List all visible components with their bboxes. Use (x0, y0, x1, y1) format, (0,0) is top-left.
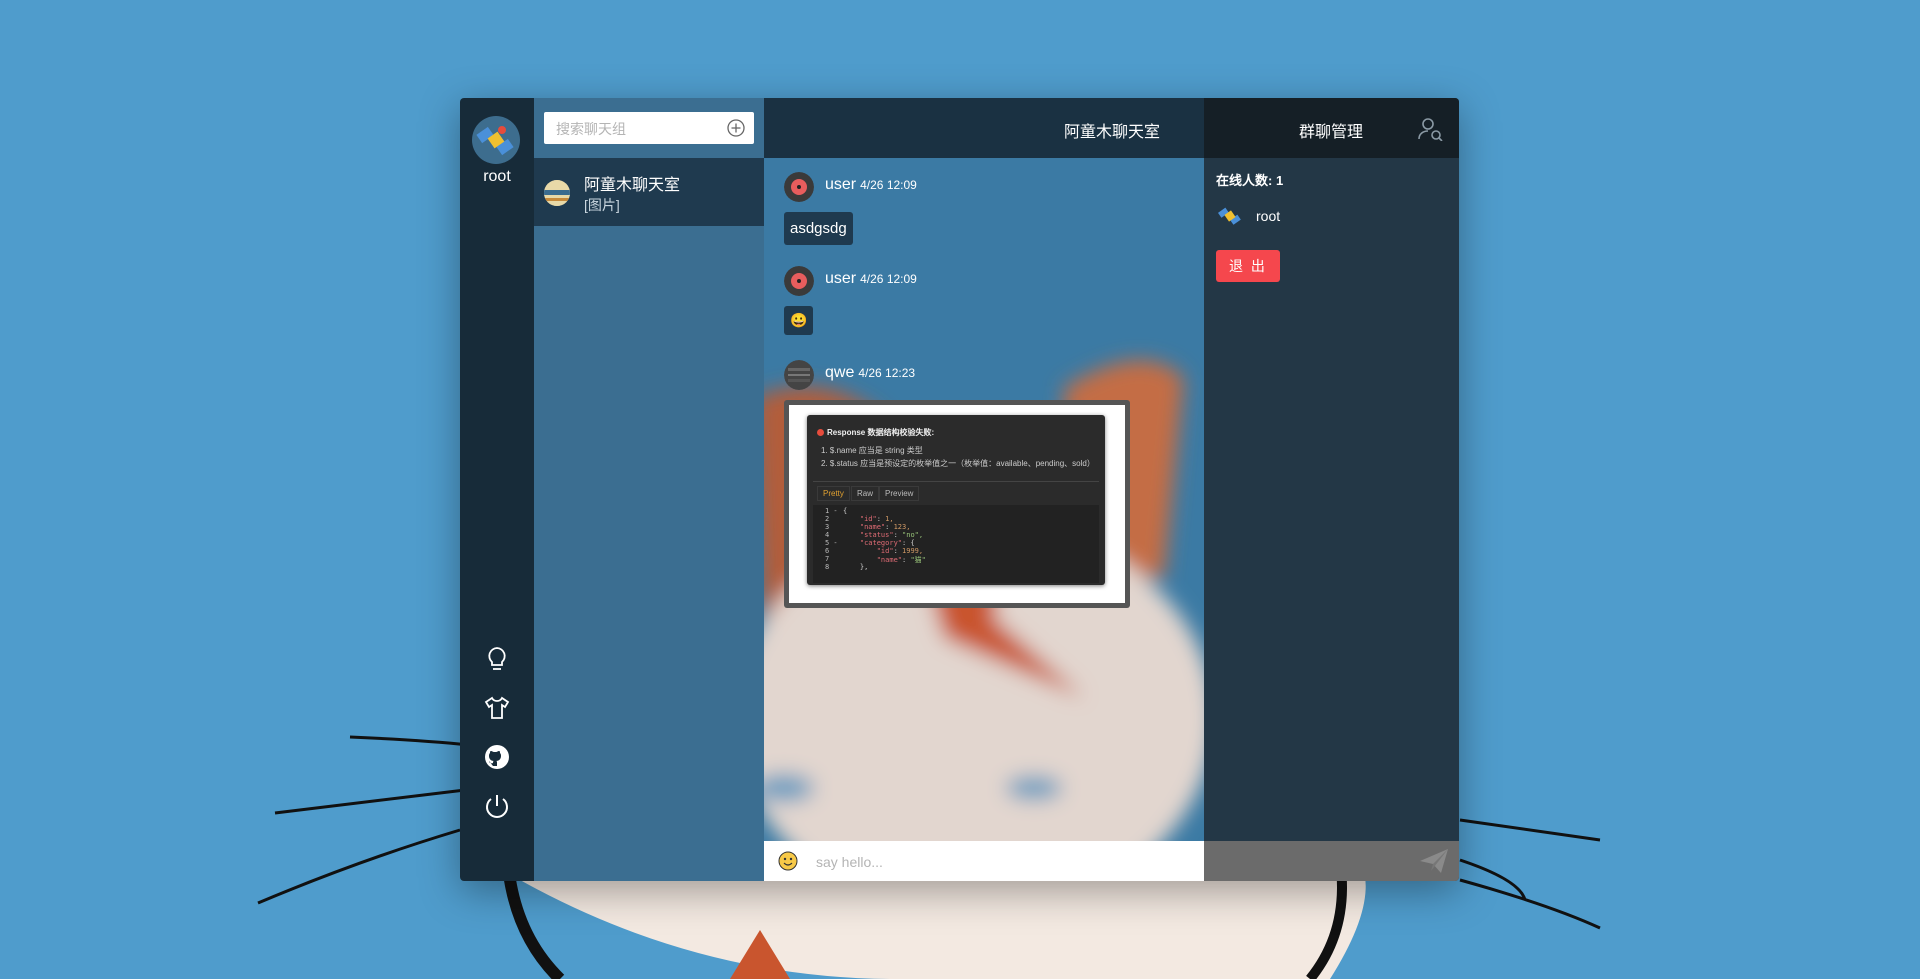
chat-area: 阿童木聊天室 user 4/26 12:09 asdgsdg user 4/26… (764, 98, 1204, 881)
group-management-panel: 群聊管理 在线人数: 1 root 退 出 (1204, 98, 1459, 881)
user-name: root (483, 168, 511, 185)
screenshot-image: Response 数据结构校验失败: 1. $.name 应当是 string … (807, 415, 1105, 585)
image-tabs: Pretty Raw Preview (813, 481, 1099, 502)
image-code-block: 1 -{ 2 "id": 1, 3 "name": 123, 4 "status… (813, 505, 1099, 583)
sender-avatar[interactable] (784, 266, 814, 296)
image-heading-line: Response 数据结构校验失败: (817, 427, 934, 438)
sender-name: qwe (825, 364, 855, 381)
sender-avatar[interactable] (784, 360, 814, 390)
sender-line: user 4/26 12:09 (825, 176, 917, 194)
error-icon (817, 429, 824, 436)
sender-avatar[interactable] (784, 172, 814, 202)
online-count: 在线人数: 1 (1216, 173, 1284, 188)
image-tab: Raw (851, 486, 880, 501)
chat-title: 阿童木聊天室 (1063, 124, 1160, 141)
room-item[interactable]: 阿童木聊天室 [图片] (534, 158, 764, 226)
message-time: 4/26 12:09 (860, 178, 917, 192)
member-avatar (1218, 207, 1241, 225)
power-icon[interactable] (482, 791, 512, 821)
chat-app-window: root 搜索聊天组 阿童木聊天室 [图片] 阿童木聊天室 user 4/26 … (460, 98, 1459, 881)
image-heading: Response 数据结构校验失败: (827, 428, 935, 437)
chat-header: 阿童木聊天室 (764, 98, 1204, 158)
sender-line: user 4/26 12:09 (825, 270, 917, 288)
search-box (544, 112, 754, 146)
message-composer (764, 841, 1204, 881)
send-icon[interactable] (1419, 847, 1449, 875)
member-name: root (1256, 208, 1281, 224)
user-avatar[interactable] (472, 116, 520, 164)
left-rail: root (460, 98, 534, 881)
image-line-2: 2. $.status 应当是预设定的枚举值之一（枚举值：available、p… (821, 459, 1095, 468)
sender-line: qwe 4/26 12:23 (825, 364, 915, 382)
quit-button[interactable]: 退 出 (1216, 250, 1280, 282)
add-group-icon[interactable] (727, 119, 745, 137)
room-name: 阿童木聊天室 (584, 177, 681, 194)
lightbulb-icon[interactable] (482, 644, 512, 674)
image-tab: Pretty (817, 486, 850, 501)
image-frame: Response 数据结构校验失败: 1. $.name 应当是 string … (789, 405, 1125, 603)
panel-title: 群聊管理 (1299, 124, 1364, 141)
image-tab: Preview (879, 486, 920, 501)
sender-name: user (825, 176, 857, 193)
room-last-message: [图片] (584, 197, 620, 213)
search-input[interactable] (554, 112, 718, 146)
message-input[interactable] (814, 841, 1198, 881)
panel-header: 群聊管理 (1204, 98, 1459, 158)
message-list: user 4/26 12:09 asdgsdg user 4/26 12:09 😀 … (764, 158, 1204, 841)
message-bubble: asdgsdg (784, 212, 853, 245)
room-avatar (544, 180, 570, 206)
tshirt-icon[interactable] (482, 693, 512, 723)
emoji-icon[interactable] (778, 851, 798, 871)
group-list-panel: 阿童木聊天室 [图片] (534, 98, 764, 881)
panel-footer (1204, 841, 1459, 881)
member-item[interactable]: root (1216, 200, 1436, 232)
github-icon[interactable] (482, 742, 512, 772)
user-manage-icon[interactable] (1417, 115, 1443, 141)
sender-name: user (825, 270, 857, 287)
message-time: 4/26 12:09 (860, 272, 917, 286)
image-message[interactable]: Response 数据结构校验失败: 1. $.name 应当是 string … (784, 400, 1130, 608)
image-line-1: 1. $.name 应当是 string 类型 (821, 446, 923, 455)
emoji-bubble: 😀 (784, 306, 814, 335)
message-time: 4/26 12:23 (858, 366, 916, 380)
